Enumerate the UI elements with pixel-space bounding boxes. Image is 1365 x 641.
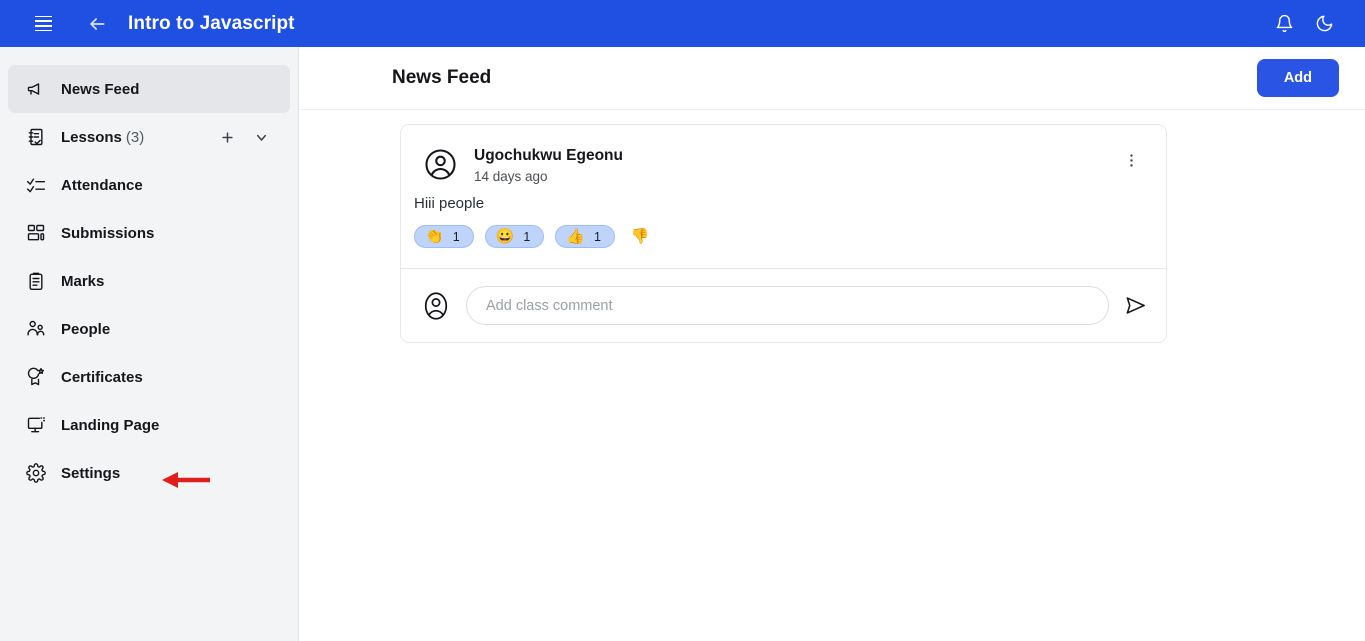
chevron-down-icon[interactable] [252,128,270,146]
sidebar-item-label: Lessons [61,128,122,146]
sidebar-item-label: Landing Page [61,416,160,434]
top-app-bar: Intro to Javascript [0,0,1365,47]
sidebar-item-certificates[interactable]: Certificates [8,353,290,401]
back-arrow-icon[interactable] [82,9,112,39]
post-card: Ugochukwu Egeonu 14 days ago Hiii people… [400,124,1167,343]
comment-input[interactable] [466,286,1109,325]
sidebar-item-people[interactable]: People [8,305,290,353]
moon-icon[interactable] [1309,9,1339,39]
megaphone-icon [25,78,47,100]
thumbs-up-emoji: 👍 [566,228,585,245]
sidebar-item-label: Submissions [61,224,155,242]
sidebar-item-news-feed[interactable]: News Feed [8,65,290,113]
sidebar-item-label: People [61,320,111,338]
monitor-icon [25,414,47,436]
sidebar-item-label: Attendance [61,176,143,194]
lessons-count: (3) [125,128,145,146]
add-button[interactable]: Add [1256,59,1339,97]
more-vertical-icon[interactable] [1118,147,1144,173]
sidebar-item-submissions[interactable]: Submissions [8,209,290,257]
content-title: News Feed [392,67,492,88]
clipboard-icon [25,270,47,292]
thumbs-down-reaction[interactable]: 👎 [626,226,655,247]
plus-icon[interactable] [218,128,236,146]
sidebar-item-label: News Feed [61,80,140,98]
main-content: News Feed Add Ugochukwu Egeonu 14 days a… [299,47,1365,641]
sidebar-item-attendance[interactable]: Attendance [8,161,290,209]
sidebar-item-lessons[interactable]: Lessons (3) [8,113,290,161]
sidebar: News Feed Lessons (3) Attendance Submiss… [0,47,299,641]
comment-user-avatar-icon [419,289,453,323]
smile-emoji: 😀 [495,228,515,245]
comment-row [401,269,1166,342]
user-avatar-icon [423,147,457,181]
page-title: Intro to Javascript [128,12,295,34]
thumbs-up-count: 1 [593,229,601,244]
post-text: Hiii people [414,195,485,212]
submissions-icon [25,222,47,244]
news-feed-list: Ugochukwu Egeonu 14 days ago Hiii people… [299,110,1365,343]
sidebar-item-label: Settings [61,464,121,482]
gear-icon [25,462,47,484]
sidebar-item-label: Certificates [61,368,143,386]
sidebar-item-landing-page[interactable]: Landing Page [8,401,290,449]
send-icon[interactable] [1122,293,1148,319]
attendance-icon [25,174,47,196]
certificate-icon [25,366,47,388]
hamburger-icon[interactable] [26,7,60,41]
content-header: News Feed Add [299,47,1365,110]
post-author-block: Ugochukwu Egeonu 14 days ago [474,147,623,184]
smile-reaction[interactable]: 😀 1 [484,225,545,248]
sidebar-item-marks[interactable]: Marks [8,257,290,305]
top-bar-right [1269,9,1365,39]
sidebar-item-label: Marks [61,272,105,290]
top-bar-left: Intro to Javascript [0,7,295,41]
thumbs-up-reaction[interactable]: 👍 1 [555,225,615,248]
lessons-actions [218,128,290,146]
clap-emoji: 👏 [425,228,444,245]
sidebar-item-settings[interactable]: Settings [8,449,290,497]
smile-count: 1 [523,229,531,244]
post-timestamp: 14 days ago [474,169,548,184]
people-icon [25,318,47,340]
post-author-name: Ugochukwu Egeonu [474,147,623,164]
post-reactions: 👏 1 😀 1 👍 1 👎 [401,212,1166,268]
bell-icon[interactable] [1269,9,1299,39]
lessons-icon [25,126,47,148]
clap-count: 1 [452,229,460,244]
clap-reaction[interactable]: 👏 1 [414,225,474,248]
post-header: Ugochukwu Egeonu 14 days ago [401,125,1166,184]
